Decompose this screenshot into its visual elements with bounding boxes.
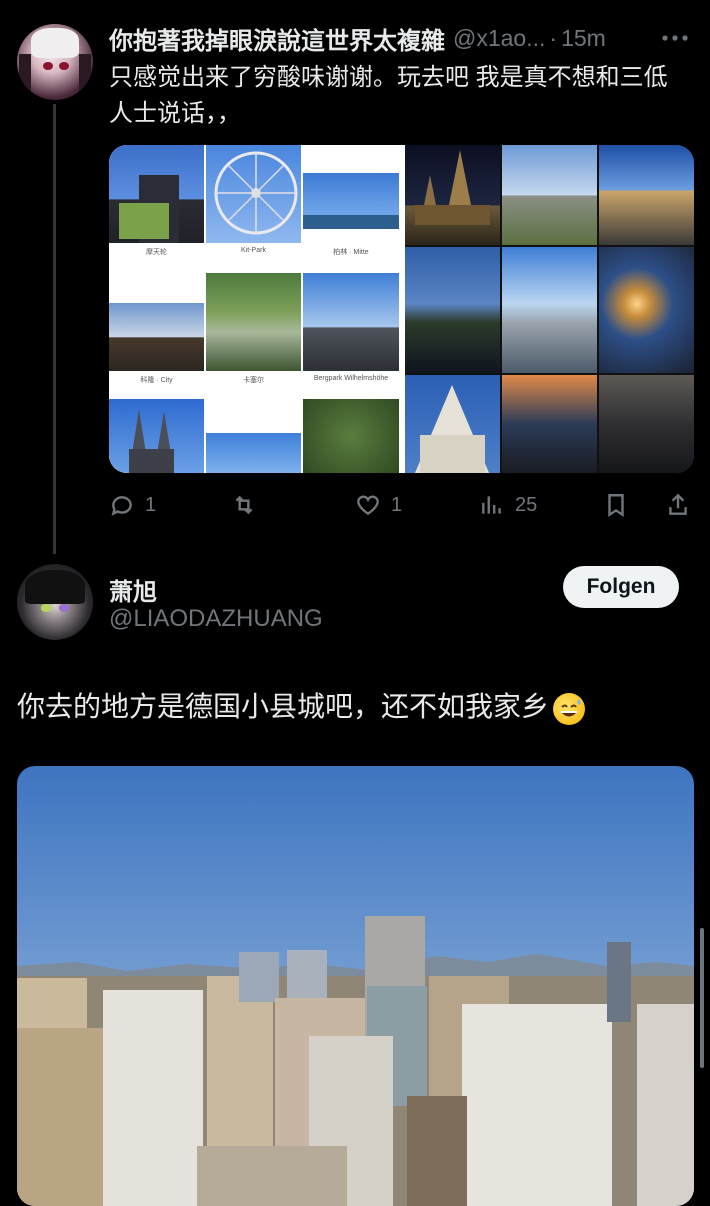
photo-sunset-flare xyxy=(599,247,694,373)
ellipsis-icon[interactable] xyxy=(660,20,690,51)
bookmark-button[interactable] xyxy=(603,485,629,525)
user-handle[interactable]: @LIAODAZHUANG xyxy=(109,605,323,633)
media-image-left[interactable]: 摩天轮 Kit-Park 柏林 · Mitte 科隆 · City 卡塞尔 Be… xyxy=(109,145,399,473)
bookmark-icon xyxy=(608,494,624,517)
timestamp[interactable]: 15m xyxy=(561,25,606,52)
media-caption: Kit-Park xyxy=(241,247,266,254)
like-button[interactable]: 1 xyxy=(355,485,402,525)
share-button[interactable] xyxy=(665,485,691,525)
scrollbar[interactable] xyxy=(700,928,704,1068)
photo-campus xyxy=(502,145,597,245)
like-count: 1 xyxy=(391,493,403,516)
photo-ferris-wheel xyxy=(206,145,301,243)
tweet-media-grid[interactable]: 摩天轮 Kit-Park 柏林 · Mitte 科隆 · City 卡塞尔 Be… xyxy=(109,145,694,473)
photo-city-dusk xyxy=(502,375,597,473)
avatar[interactable] xyxy=(17,564,93,640)
retweet-button[interactable] xyxy=(231,485,267,525)
photo-tree-canal: Kit-Park xyxy=(206,245,301,371)
photo-cologne-cathedral: 科隆 · City xyxy=(109,373,204,473)
views-button[interactable]: 25 xyxy=(479,485,537,525)
avatar[interactable] xyxy=(17,24,93,100)
photo-kassel: 卡塞尔 xyxy=(206,373,301,473)
photo-cathedral-night xyxy=(405,145,500,245)
share-icon xyxy=(669,493,687,515)
photo-bergpark: Bergpark Wilhelmshöhe xyxy=(303,373,399,473)
photo-brandenburg-gate xyxy=(599,145,694,245)
follow-button[interactable]: Folgen xyxy=(563,566,679,608)
media-caption: 卡塞尔 xyxy=(243,377,264,384)
tweet-media-image[interactable] xyxy=(17,766,694,1206)
reply-count: 1 xyxy=(145,493,157,516)
media-caption: Bergpark Wilhelmshöhe xyxy=(313,375,389,382)
reply-icon xyxy=(111,496,132,516)
tweet-actions: 1 1 25 xyxy=(109,485,694,525)
user-handle[interactable]: @x1ao... xyxy=(453,25,545,52)
tweet-header: 你抱著我掉眼淚說這世界太複雜 @x1ao... · 15m xyxy=(109,20,699,56)
tweet-text: 只感觉出来了穷酸味谢谢。玩去吧 我是真不想和三低人士说话，， xyxy=(109,64,668,127)
display-name[interactable]: 你抱著我掉眼淚說這世界太複雜 xyxy=(109,21,445,56)
views-icon xyxy=(482,496,501,514)
photo-coast xyxy=(303,145,399,243)
tweet-text-container: 你去的地方是德国小县城吧，还不如我家乡 xyxy=(17,685,586,725)
media-image-right[interactable] xyxy=(405,145,694,473)
photo-white-temple xyxy=(405,375,500,473)
tweet-text: 你去的地方是德国小县城吧，还不如我家乡 xyxy=(17,691,550,722)
reply-button[interactable]: 1 xyxy=(109,485,156,525)
thread-connector-line xyxy=(53,104,56,554)
photo-cloudy-night xyxy=(599,375,694,473)
photo-river-sun xyxy=(502,247,597,373)
sweat-smile-emoji-icon xyxy=(553,692,586,725)
photo-haier-building xyxy=(109,145,204,243)
photo-village: 摩天轮 xyxy=(109,245,204,371)
media-caption: 摩天轮 xyxy=(146,249,167,256)
media-caption: 科隆 · City xyxy=(140,377,173,384)
separator-dot: · xyxy=(549,24,558,51)
heart-icon xyxy=(357,495,379,516)
media-caption: 柏林 · Mitte xyxy=(333,249,369,256)
photo-harbour-evening xyxy=(405,247,500,373)
view-count: 25 xyxy=(515,493,538,516)
photo-berlin-dome: 柏林 · Mitte xyxy=(303,245,399,371)
display-name[interactable]: 萧旭 xyxy=(109,572,157,607)
city-skyline-photo xyxy=(17,766,694,1206)
retweet-icon xyxy=(235,495,253,515)
